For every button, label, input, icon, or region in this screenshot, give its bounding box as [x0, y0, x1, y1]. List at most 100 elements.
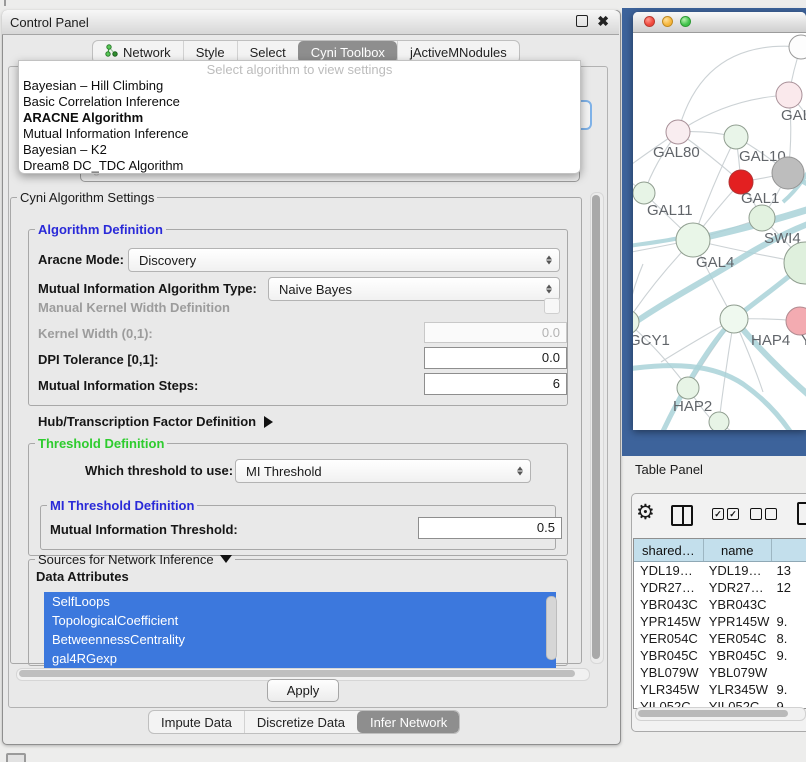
network-canvas[interactable]: GALGAL80GAL10GAL1GAL11SWI4GAL4GCY1HAP4YH…: [633, 32, 806, 430]
float-window-icon[interactable]: [576, 15, 588, 27]
bottom-tab-discretize-data[interactable]: Discretize Data: [244, 711, 357, 733]
table-row[interactable]: YBR045CYBR045C9.: [634, 647, 806, 664]
algorithm-option[interactable]: Mutual Information Inference: [19, 126, 580, 142]
scrollbar-thumb[interactable]: [638, 710, 788, 717]
tab-label: Cyni Toolbox: [311, 45, 385, 60]
zoom-traffic-light[interactable]: [680, 16, 691, 27]
tab-label: Style: [196, 45, 225, 60]
select-all-checkboxes-icon[interactable]: ✓ ✓: [712, 508, 739, 520]
bottom-tab-label: Impute Data: [161, 715, 232, 730]
network-edge-thick[interactable]: [633, 238, 679, 247]
attribute-item[interactable]: gal4RGexp: [44, 649, 556, 668]
bottom-tab-label: Infer Network: [370, 715, 447, 730]
split-columns-icon[interactable]: [671, 505, 693, 526]
attribute-item[interactable]: TopologicalCoefficient: [44, 611, 556, 630]
network-node[interactable]: [709, 412, 729, 430]
table-row[interactable]: YDR27…YDR27…12: [634, 579, 806, 596]
table-row[interactable]: YLR345WYLR345W9.: [634, 681, 806, 698]
new-table-icon[interactable]: [797, 502, 806, 525]
settings-group-title: Cyni Algorithm Settings: [17, 190, 157, 205]
table-cell: YER054C: [634, 630, 703, 647]
checked-box-icon: ✓: [712, 508, 724, 520]
table-row[interactable]: YPR145WYPR145W9.: [634, 613, 806, 630]
column-header[interactable]: shared…: [634, 539, 703, 561]
network-node[interactable]: [789, 35, 806, 59]
network-node-y[interactable]: [786, 307, 806, 335]
data-attributes-list[interactable]: SelfLoopsTopologicalCoefficientBetweenne…: [44, 592, 556, 668]
data-attributes-label: Data Attributes: [36, 569, 129, 584]
unchecked-box-icon: [765, 508, 777, 520]
manual-kernel-checkbox[interactable]: [544, 298, 560, 314]
network-node-gcy1[interactable]: [633, 310, 639, 334]
bottom-tab-impute-data[interactable]: Impute Data: [149, 711, 244, 733]
table-row[interactable]: YBL079WYBL079W: [634, 664, 806, 681]
tab-label: jActiveMNodules: [410, 45, 507, 60]
attribute-item[interactable]: BetweennessCentrality: [44, 630, 556, 649]
network-node-gal4[interactable]: [676, 223, 710, 257]
table-row[interactable]: YER054CYER054C8.: [634, 630, 806, 647]
table-horizontal-scrollbar[interactable]: [635, 707, 806, 721]
network-node[interactable]: [772, 157, 804, 189]
threshold-definition-title: Threshold Definition: [35, 436, 167, 451]
kernel-width-field[interactable]: 0.0: [424, 322, 567, 343]
scrollbar-thumb[interactable]: [592, 195, 600, 659]
hub-definition-toggle[interactable]: Hub/Transcription Factor Definition: [38, 414, 273, 429]
dpi-tolerance-field[interactable]: 0.0: [424, 347, 567, 369]
collapsed-panel-icon[interactable]: [6, 753, 26, 762]
stepper-arrows-icon: [546, 256, 552, 265]
sources-title[interactable]: Sources for Network Inference: [35, 552, 235, 567]
algorithm-option[interactable]: ARACNE Algorithm: [19, 110, 580, 126]
table-cell: [771, 664, 806, 681]
top-edge-tick: [4, 0, 6, 6]
network-node-swi4[interactable]: [749, 205, 775, 231]
network-window-titlebar[interactable]: [633, 12, 806, 33]
mi-steps-field[interactable]: 6: [424, 373, 567, 395]
attribute-item[interactable]: SelfLoops: [44, 592, 556, 611]
column-header[interactable]: [771, 539, 806, 561]
deselect-all-checkboxes-icon[interactable]: [750, 508, 777, 520]
node-label: HAP2: [673, 398, 712, 415]
table-cell: YLR345W: [634, 681, 703, 698]
which-threshold-select[interactable]: MI Threshold: [235, 459, 531, 483]
table-cell: YBR043C: [703, 596, 771, 613]
network-node-gal11[interactable]: [633, 182, 655, 204]
network-node-gal10[interactable]: [724, 125, 748, 149]
mi-threshold-field[interactable]: 0.5: [418, 517, 562, 539]
scrollbar-thumb[interactable]: [19, 670, 575, 677]
gear-icon[interactable]: ⚙: [636, 500, 655, 525]
kernel-width-label: Kernel Width (0,1):: [38, 326, 153, 341]
algorithm-option[interactable]: Bayesian – Hill Climbing: [19, 78, 580, 94]
network-graph[interactable]: GALGAL80GAL10GAL1GAL11SWI4GAL4GCY1HAP4YH…: [633, 32, 806, 430]
table-cell: YPR145W: [703, 613, 771, 630]
table-row[interactable]: YDL19…YDL19…13: [634, 562, 806, 579]
minimize-traffic-light[interactable]: [662, 16, 673, 27]
algorithm-dropdown-popup: Select algorithm to view settings Bayesi…: [18, 60, 581, 174]
algorithm-option[interactable]: Basic Correlation Inference: [19, 94, 580, 110]
control-panel-titlebar[interactable]: Control Panel ✖: [2, 10, 619, 35]
aracne-mode-value: Discovery: [139, 253, 196, 268]
network-node-gal[interactable]: [776, 82, 802, 108]
manual-kernel-label: Manual Kernel Width Definition: [38, 300, 230, 315]
node-label: GAL1: [741, 190, 779, 207]
algorithm-option[interactable]: Dream8 DC_TDC Algorithm: [19, 158, 580, 174]
table-cell: YDR27…: [634, 579, 703, 596]
network-node-hap4[interactable]: [720, 305, 748, 333]
table-cell: YBR045C: [634, 647, 703, 664]
stepper-arrows-icon: [546, 285, 552, 294]
mi-type-label: Mutual Information Algorithm Type:: [38, 281, 257, 296]
mi-type-select[interactable]: Naive Bayes: [268, 277, 560, 301]
settings-vertical-scrollbar[interactable]: [590, 192, 604, 664]
table-row[interactable]: YBR043CYBR043C: [634, 596, 806, 613]
close-traffic-light[interactable]: [644, 16, 655, 27]
algorithm-option[interactable]: Bayesian – K2: [19, 142, 580, 158]
node-attribute-table[interactable]: shared…nameYDL19…YDL19…13YDR27…YDR27…12Y…: [633, 538, 806, 709]
attributes-list-scrollbar[interactable]: [546, 596, 557, 660]
aracne-mode-select[interactable]: Discovery: [128, 248, 560, 272]
apply-button[interactable]: Apply: [267, 679, 339, 702]
network-node-hap2[interactable]: [677, 377, 699, 399]
network-node-gal80[interactable]: [666, 120, 690, 144]
bottom-tab-infer-network[interactable]: Infer Network: [357, 711, 459, 733]
hub-definition-label: Hub/Transcription Factor Definition: [38, 414, 256, 429]
close-icon[interactable]: ✖: [597, 14, 609, 28]
column-header[interactable]: name: [703, 539, 771, 561]
